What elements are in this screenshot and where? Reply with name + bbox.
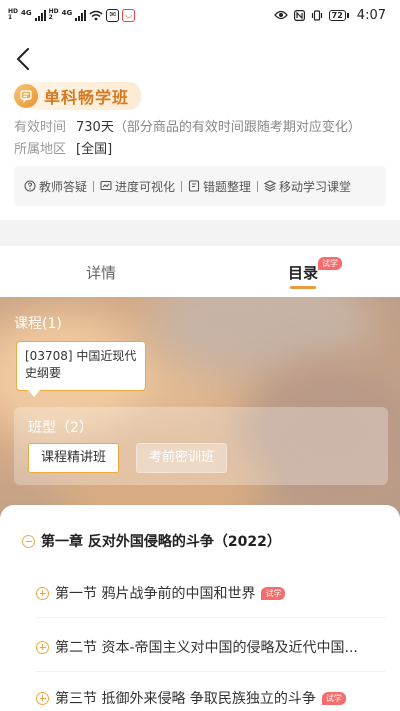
class-type-badge: 单科畅学班 <box>14 82 142 110</box>
class-type-box: 班型（2） 课程精讲班 考前密训班 <box>14 407 388 485</box>
class-type-option-lecture[interactable]: 课程精讲班 <box>28 443 120 473</box>
chat-bubble-icon <box>14 84 38 108</box>
trial-badge: 试学 <box>321 691 346 705</box>
feature-bar: 教师答疑 进度可视化 错题整理 移动学习课堂 <box>14 166 386 206</box>
trial-badge: 试学 <box>261 586 286 600</box>
back-button[interactable] <box>8 44 38 74</box>
catalog-panel: 第一章 反对外国侵略的斗争（2022） 第一节 鸦片战争前的中国和世界 试学 第… <box>0 505 400 711</box>
course-selector-area: 课程(1) [03708] 中国近现代史纲要 班型（2） 课程精讲班 考前密训班 <box>0 297 400 517</box>
tab-active-indicator <box>290 286 316 289</box>
region-row: 所属地区 [全国] <box>14 138 112 157</box>
clock: 4:07 <box>356 7 386 23</box>
section-title: 第三节 抵御外来侵略 争取民族独立的斗争 <box>55 691 316 707</box>
expand-icon <box>36 586 49 600</box>
layers-icon <box>264 180 277 192</box>
feature-error-notes: 错题整理 <box>188 178 251 195</box>
vibrate-icon <box>311 9 322 21</box>
divider <box>36 617 386 618</box>
section-title: 第二节 资本-帝国主义对中国的侵略及近代中国... <box>55 640 358 656</box>
tab-catalog[interactable]: 目录 <box>288 262 318 283</box>
class-type-label: 单科畅学班 <box>30 82 142 110</box>
trial-badge: 试学 <box>318 257 342 270</box>
signal-icon <box>34 9 46 21</box>
question-circle-icon <box>24 180 36 192</box>
section-title: 第一节 鸦片战争前的中国和世界 <box>55 586 256 602</box>
region-value: [全国] <box>76 142 113 157</box>
course-card-pointer <box>28 390 40 397</box>
hd-indicator-2: HD 2 <box>48 8 59 21</box>
eye-icon <box>273 10 288 20</box>
section-spacer <box>0 220 400 246</box>
section-row[interactable]: 第二节 资本-帝国主义对中国的侵略及近代中国... <box>36 637 358 657</box>
network-type-label: 4G <box>21 8 32 17</box>
validity-note: （部分商品的有效时间跟随考期对应变化） <box>113 120 361 135</box>
status-bar: HD 1 4G HD 2 4G ✉ ◡ 72 4:07 <box>0 0 400 30</box>
notification-app-icon: ◡ <box>122 8 136 22</box>
tab-details[interactable]: 详情 <box>86 262 116 283</box>
feature-mobile-classroom: 移动学习课堂 <box>264 178 351 195</box>
validity-label: 有效时间 <box>14 120 67 135</box>
network-type-label-2: 4G <box>61 8 73 17</box>
chart-screen-icon <box>100 180 112 191</box>
expand-icon <box>36 691 49 705</box>
collapse-icon <box>22 534 35 548</box>
validity-row: 有效时间 730天（部分商品的有效时间跟随考期对应变化） <box>14 116 361 135</box>
course-card[interactable]: [03708] 中国近现代史纲要 <box>16 341 146 391</box>
nfc-icon <box>293 9 305 21</box>
wifi-icon <box>89 10 103 20</box>
divider <box>36 671 386 672</box>
region-label: 所属地区 <box>14 142 67 157</box>
message-app-icon: ✉ <box>106 8 120 22</box>
signal-icon-2 <box>75 9 87 21</box>
validity-value: 730天 <box>76 120 114 135</box>
feature-progress-visual: 进度可视化 <box>100 178 175 195</box>
expand-icon <box>36 640 49 654</box>
battery-icon: 72 <box>328 9 349 21</box>
chevron-left-icon <box>17 48 29 70</box>
chapter-row[interactable]: 第一章 反对外国侵略的斗争（2022） <box>22 531 281 551</box>
class-type-title: 班型（2） <box>28 420 93 436</box>
course-count-title: 课程(1) <box>14 316 62 332</box>
feature-teacher-qa: 教师答疑 <box>24 178 87 195</box>
section-row[interactable]: 第三节 抵御外来侵略 争取民族独立的斗争 试学 <box>36 688 346 708</box>
class-type-option-exam-prep[interactable]: 考前密训班 <box>136 443 228 473</box>
chapter-title: 第一章 反对外国侵略的斗争（2022） <box>41 534 281 550</box>
section-row[interactable]: 第一节 鸦片战争前的中国和世界 试学 <box>36 583 286 603</box>
notebook-icon <box>188 180 200 192</box>
hd-indicator: HD 1 <box>8 8 19 21</box>
tab-bar: 详情 目录 试学 <box>0 246 400 298</box>
